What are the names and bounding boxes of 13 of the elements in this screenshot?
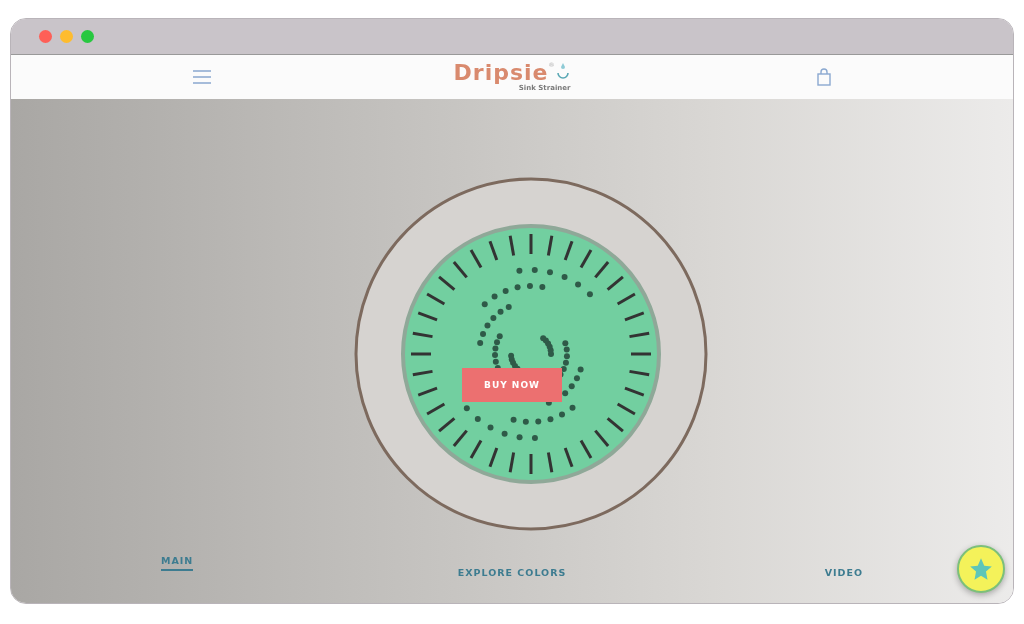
logo[interactable]: Dripsie	[453, 62, 549, 84]
reviews-badge[interactable]	[957, 545, 1005, 593]
buy-now-button[interactable]: BUY NOW	[462, 368, 562, 402]
nav-tab[interactable]: MAIN	[161, 555, 194, 571]
smiley-drop-icon	[556, 62, 571, 80]
shopping-bag-icon[interactable]	[817, 68, 831, 86]
star-icon	[968, 556, 994, 582]
nav-tab[interactable]: VIDEO	[824, 567, 863, 583]
menu-icon[interactable]	[193, 70, 211, 84]
minimize-dot[interactable]	[60, 30, 73, 43]
close-dot[interactable]	[39, 30, 52, 43]
maximize-dot[interactable]	[81, 30, 94, 43]
nav-tab[interactable]: EXPLORE COLORS	[457, 567, 567, 583]
